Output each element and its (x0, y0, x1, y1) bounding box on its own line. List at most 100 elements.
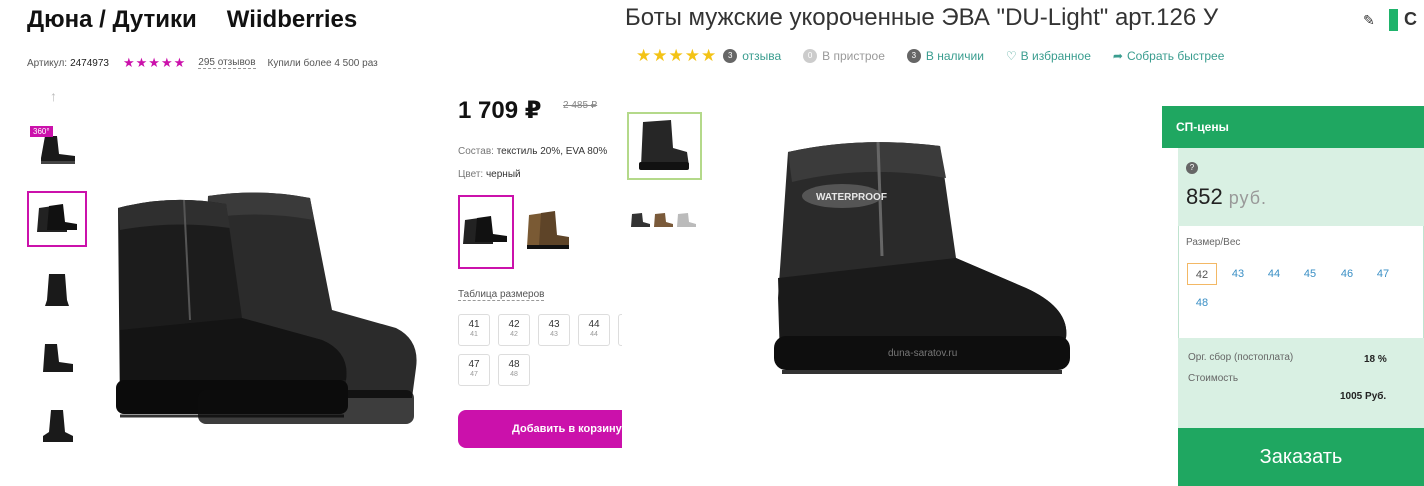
size-weight-label: Размер/Вес (1186, 237, 1241, 248)
size-button-41[interactable]: 41 41 (458, 314, 490, 346)
cost-value-text: 1005 Руб. (1340, 391, 1387, 402)
transit-label: В пристрое (822, 49, 885, 63)
transit-count: 0 (803, 49, 818, 63)
product-title: Боты мужские укороченные ЭВА "DU-Light" … (625, 4, 1219, 31)
size-main: 44 (588, 319, 600, 330)
badge-360: 360° (30, 126, 53, 137)
fee-value: 18 % (1364, 354, 1387, 365)
duna-panel: Боты мужские укороченные ЭВА "DU-Light" … (622, 0, 1424, 486)
main-product-image[interactable]: WATERPROOF (770, 138, 1090, 403)
boots-black-swatch-icon (463, 216, 507, 244)
wildberries-panel: Дюна / Дутики Wiidberries Артикул: 247497… (0, 0, 622, 486)
heart-icon: ♡ (1005, 49, 1017, 63)
size-main: 41 (468, 319, 480, 330)
cut-letter: С (1404, 9, 1417, 29)
size-option-45[interactable]: 45 (1295, 263, 1325, 285)
thumbnails-up-arrow-icon[interactable]: ↑ (50, 88, 57, 104)
order-button[interactable]: Заказать (1178, 428, 1424, 486)
size-sub: 41 (470, 331, 478, 338)
reviews-label: отзыва (742, 49, 782, 63)
cost-value: 1005 Руб. (1340, 391, 1386, 402)
size-option-47[interactable]: 47 (1368, 263, 1398, 285)
size-option-48[interactable]: 48 (1187, 292, 1217, 314)
thumbnail-grey[interactable] (676, 212, 698, 233)
size-option-44[interactable]: 44 (1259, 263, 1289, 285)
compare-label: Собрать быстрее (1126, 49, 1225, 63)
size-button-44[interactable]: 44 44 (578, 314, 610, 346)
size-button-48[interactable]: 48 48 (498, 354, 530, 386)
size-option-46[interactable]: 46 (1332, 263, 1362, 285)
size-main: 43 (548, 319, 560, 330)
boots-main-image-icon (116, 192, 417, 424)
add-to-cart-button[interactable]: Добавить в корзину (458, 410, 622, 448)
color-option-camo[interactable] (520, 195, 576, 269)
size-sub: 42 (510, 331, 518, 338)
question-icon[interactable]: ? (1186, 162, 1198, 174)
color-value: черный (485, 169, 521, 180)
size-button-42[interactable]: 42 42 (498, 314, 530, 346)
price: 1 709 ₽ (458, 97, 542, 124)
fee-value-text: 18 % (1364, 354, 1387, 365)
composition-value: текстиль 20%, EVA 80% (496, 146, 608, 157)
boot-back-thumbnail-icon (43, 410, 73, 442)
stock-count: 3 (906, 49, 921, 63)
thumbnail-brown[interactable] (653, 212, 675, 233)
cost-label: Стоимость (1188, 373, 1239, 384)
wrench-icon[interactable]: ✎ (1363, 12, 1375, 29)
thumbnail-side-2[interactable] (27, 330, 87, 386)
boot-main-image-icon: WATERPROOF (774, 141, 1070, 374)
favorite-label: В избранное (1020, 49, 1091, 63)
size-sub: 44 (590, 331, 598, 338)
composition-label: Состав: (458, 146, 494, 157)
watermark: duna-saratov.ru (888, 348, 958, 359)
size-sub: 48 (510, 371, 518, 378)
svg-text:WATERPROOF: WATERPROOF (816, 192, 887, 203)
favorite-link[interactable]: ♡ В избранное (1006, 49, 1091, 63)
thumbnail-front[interactable] (27, 262, 87, 318)
boot-thumbnail-icon (638, 120, 689, 170)
size-button-43[interactable]: 43 43 (538, 314, 570, 346)
article-label: Артикул: (27, 57, 68, 69)
fee-label: Орг. сбор (постоплата) (1188, 352, 1294, 363)
thumbnail-black[interactable] (630, 212, 652, 233)
boot-brown-small-icon (654, 213, 673, 227)
color-option-black[interactable] (458, 195, 514, 269)
price-currency: руб. (1228, 188, 1268, 208)
size-button-47[interactable]: 47 47 (458, 354, 490, 386)
stock-info: 3 В наличии (906, 49, 984, 63)
boot-grey-small-icon (677, 213, 696, 227)
product-actions-bar: ★★★★★ 3 отзыва 0 В пристрое 3 В наличии … (636, 46, 1246, 66)
thumbnail-pair-active[interactable] (27, 191, 87, 247)
size-sub: 47 (470, 371, 478, 378)
size-table-link[interactable]: Таблица размеров (458, 289, 545, 301)
transit-info: 0 В пристрое (803, 49, 885, 63)
size-option-43[interactable]: 43 (1223, 263, 1253, 285)
product-meta: Артикул: 2474973 ★★★★★ 295 отзывов Купил… (27, 55, 378, 71)
rating-stars: ★★★★★ (123, 55, 187, 70)
thumbnail-main-active[interactable] (627, 112, 702, 180)
rating-stars: ★★★★★ (636, 46, 718, 65)
size-option-42[interactable]: 42 (1187, 263, 1217, 285)
old-price: 2 485 ₽ (563, 100, 598, 111)
reviews-link[interactable]: 295 отзывов (198, 57, 256, 69)
reviews-link[interactable]: 3 отзыва (723, 49, 781, 63)
sp-price: 852 руб. (1186, 184, 1267, 210)
boot-front-thumbnail-icon (45, 274, 69, 306)
boot-side-thumbnail-icon (41, 136, 75, 164)
article-value: 2474973 (70, 57, 109, 69)
boot-side2-thumbnail-icon (43, 344, 73, 372)
thumbnail-back[interactable] (27, 398, 87, 454)
share-arrow-icon: ➦ (1112, 49, 1123, 63)
size-main: 42 (508, 319, 520, 330)
page-header: Дюна / Дутики Wiidberries (27, 6, 357, 34)
sp-prices-header: СП-цены (1162, 106, 1424, 148)
boots-camo-swatch-icon (527, 211, 569, 249)
price-value: 852 (1186, 184, 1223, 209)
store-title: Дюна / Дутики (27, 6, 197, 33)
main-product-image[interactable] (100, 190, 430, 440)
reviews-count: 3 (723, 49, 738, 63)
stock-label: В наличии (925, 49, 984, 63)
compare-link[interactable]: ➦ Собрать быстрее (1113, 49, 1224, 63)
color-label: Цвет: (458, 169, 484, 180)
composition: Состав: текстиль 20%, EVA 80% (458, 146, 607, 157)
